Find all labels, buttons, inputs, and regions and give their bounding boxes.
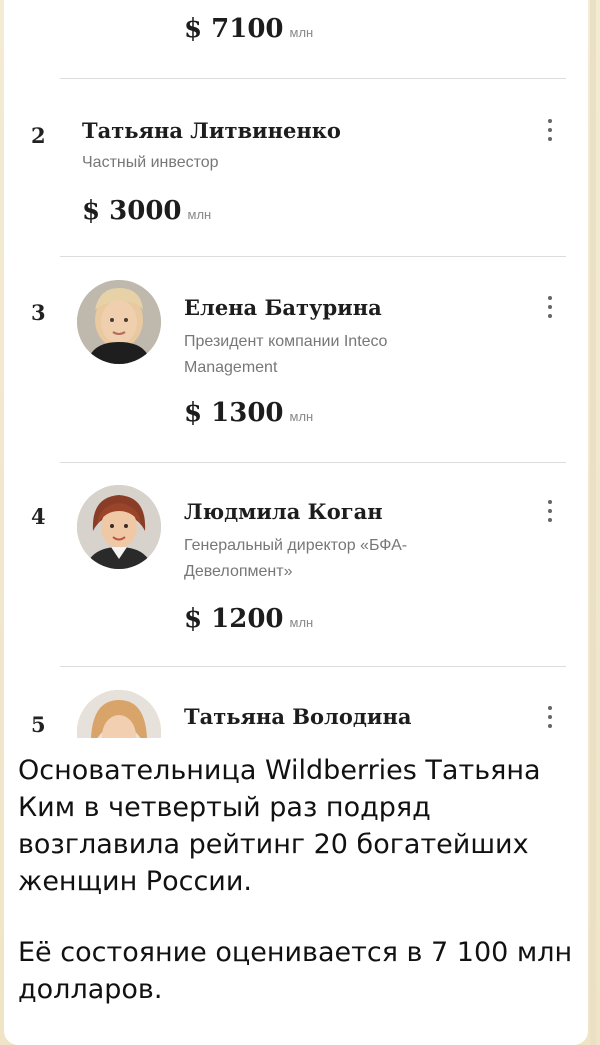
- avatar: [77, 485, 161, 569]
- amount-value: $ 1300: [184, 398, 284, 428]
- portrait-image: [77, 485, 161, 569]
- person-name: Татьяна Литвиненко: [82, 118, 341, 143]
- person-name: Елена Батурина: [184, 295, 382, 320]
- rank-number: 2: [31, 123, 46, 148]
- amount-value: $ 3000: [82, 196, 182, 226]
- amount-value: $ 1200: [184, 604, 284, 634]
- scrollbar[interactable]: [590, 0, 596, 1045]
- portrait-image: [77, 690, 161, 738]
- rank-number: 4: [31, 504, 46, 529]
- avatar: [77, 280, 161, 364]
- wealth-amount: $ 1200 млн: [184, 604, 313, 634]
- person-name: Людмила Коган: [184, 499, 383, 524]
- divider: [60, 78, 566, 79]
- divider: [60, 666, 566, 667]
- ranking-screenshot[interactable]: $ 7100 млн 2 Татьяна Литвиненко Частный и…: [4, 0, 588, 738]
- person-role: Частный инвестор: [82, 154, 219, 171]
- person-role: Генеральный директор «БФА-Девелопмент»: [184, 537, 408, 580]
- more-vertical-icon[interactable]: [548, 119, 552, 146]
- message-text: Основательница Wildberries Татьяна Ким в…: [18, 752, 578, 1042]
- portrait-image: [77, 280, 161, 364]
- amount-unit: млн: [289, 409, 314, 424]
- message-paragraph: Её состояние оценивается в 7 100 млн дол…: [18, 937, 573, 1005]
- avatar: [77, 690, 161, 738]
- wealth-amount: $ 3000 млн: [82, 196, 211, 226]
- rank-number: 5: [31, 712, 46, 737]
- top-amount-value: $ 7100: [184, 14, 284, 44]
- wealth-amount: $ 1300 млн: [184, 398, 313, 428]
- divider: [60, 462, 566, 463]
- message-paragraph: Основательница Wildberries Татьяна Ким в…: [18, 755, 541, 897]
- person-role: Президент компании Inteco Management: [184, 333, 388, 376]
- top-amount: $ 7100 млн: [184, 14, 313, 44]
- divider: [60, 256, 566, 257]
- more-vertical-icon[interactable]: [548, 500, 552, 527]
- amount-unit: млн: [187, 207, 212, 222]
- message-bubble: $ 7100 млн 2 Татьяна Литвиненко Частный и…: [4, 0, 588, 1045]
- amount-unit: млн: [289, 615, 314, 630]
- more-vertical-icon[interactable]: [548, 296, 552, 323]
- more-vertical-icon[interactable]: [548, 706, 552, 733]
- rank-number: 3: [31, 300, 46, 325]
- top-amount-unit: млн: [289, 25, 314, 40]
- person-name: Татьяна Володина: [184, 704, 412, 729]
